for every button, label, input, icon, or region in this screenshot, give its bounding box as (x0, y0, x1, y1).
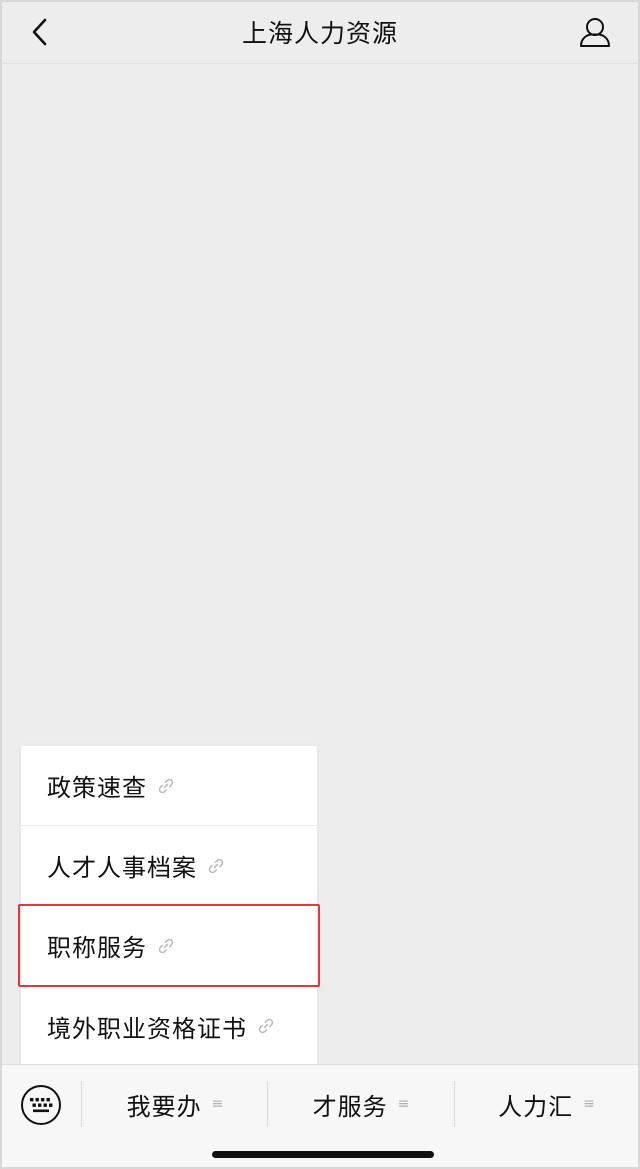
menu-item-label: 境外职业资格证书 (47, 1014, 247, 1043)
link-icon (157, 937, 175, 955)
menu-item-label: 人才人事档案 (47, 854, 197, 882)
link-icon (207, 857, 225, 875)
keyboard-toggle-button[interactable] (19, 1085, 63, 1125)
tab-to-do[interactable]: 我要办 ≡ (82, 1081, 268, 1127)
submenu-popup: 政策速查 人才人事档案 职称服务 境外职业资格证书 (18, 746, 320, 1066)
home-indicator (212, 1151, 434, 1158)
tab-talent-services[interactable]: 才服务 ≡ (268, 1081, 454, 1127)
tab-label: 才服务 (312, 1092, 388, 1121)
profile-button[interactable] (574, 11, 616, 53)
menu-lines-icon: ≡ (583, 1096, 595, 1112)
tab-hr-hub[interactable]: 人力汇 ≡ (455, 1081, 638, 1127)
user-icon (580, 18, 610, 47)
page-title: 上海人力资源 (241, 19, 398, 48)
link-icon (157, 777, 175, 795)
wechat-official-account-page: 上海人力资源 政策速查 人才人事档案 职称服务 境外职业资格证书 我要办 ≡ 才… (0, 0, 640, 1169)
tab-label: 我要办 (126, 1092, 202, 1121)
top-navigation-bar: 上海人力资源 (2, 2, 638, 64)
menu-item-label: 职称服务 (47, 934, 147, 962)
tab-label: 人力汇 (498, 1092, 574, 1121)
menu-lines-icon: ≡ (397, 1096, 410, 1112)
link-icon (257, 1017, 275, 1035)
menu-item-policy-lookup[interactable]: 政策速查 (21, 746, 317, 826)
menu-item-talent-archives[interactable]: 人才人事档案 (21, 826, 317, 906)
menu-item-title-services[interactable]: 职称服务 (18, 904, 320, 987)
menu-item-label: 政策速查 (47, 774, 147, 802)
menu-lines-icon: ≡ (211, 1096, 224, 1112)
keyboard-icon (21, 1085, 61, 1125)
bottom-menu-bar: 我要办 ≡ 才服务 ≡ 人力汇 ≡ (2, 1064, 638, 1167)
menu-item-overseas-qualifications[interactable]: 境外职业资格证书 (21, 986, 317, 1066)
